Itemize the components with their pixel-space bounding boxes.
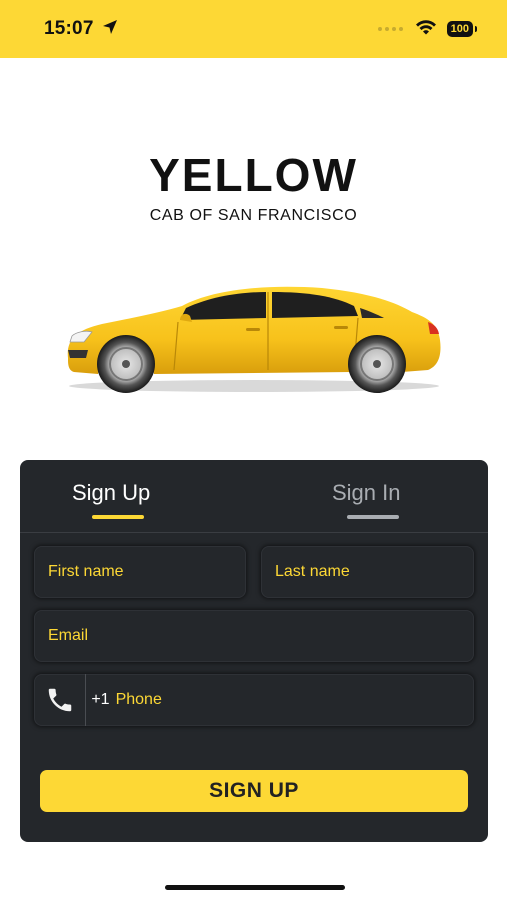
- tab-sign-in[interactable]: Sign In: [332, 480, 401, 506]
- active-tab-indicator: [92, 515, 144, 519]
- yellow-car-illustration: [62, 278, 446, 396]
- location-arrow-icon: [102, 19, 118, 40]
- phone-country-code: +1: [91, 691, 110, 708]
- auth-card: Sign Up Sign In +1 SIGN UP: [20, 460, 488, 842]
- phone-field[interactable]: +1: [34, 674, 474, 726]
- last-name-input[interactable]: [275, 563, 474, 581]
- first-name-input[interactable]: [48, 563, 246, 581]
- tab-divider: [20, 532, 488, 533]
- email-input[interactable]: [48, 627, 474, 645]
- phone-input[interactable]: [115, 691, 474, 709]
- tab-sign-up[interactable]: Sign Up: [72, 480, 150, 506]
- battery-icon: 100: [446, 21, 478, 37]
- brand-title: YELLOW: [149, 149, 358, 201]
- phone-icon: [34, 674, 87, 726]
- status-left: 15:07: [44, 18, 118, 40]
- status-time: 15:07: [44, 18, 94, 39]
- sign-up-button[interactable]: SIGN UP: [40, 770, 468, 812]
- first-name-field[interactable]: [34, 546, 246, 598]
- brand-subtitle: CAB OF SAN FRANCISCO: [149, 207, 358, 224]
- home-indicator[interactable]: [165, 885, 345, 890]
- inactive-tab-indicator: [347, 515, 399, 519]
- status-bar: 15:07 100: [0, 0, 507, 58]
- status-right: 100: [377, 19, 478, 40]
- email-field[interactable]: [34, 610, 474, 662]
- cellular-signal-icon: [377, 27, 403, 31]
- wifi-icon: [415, 19, 437, 40]
- last-name-field[interactable]: [261, 546, 474, 598]
